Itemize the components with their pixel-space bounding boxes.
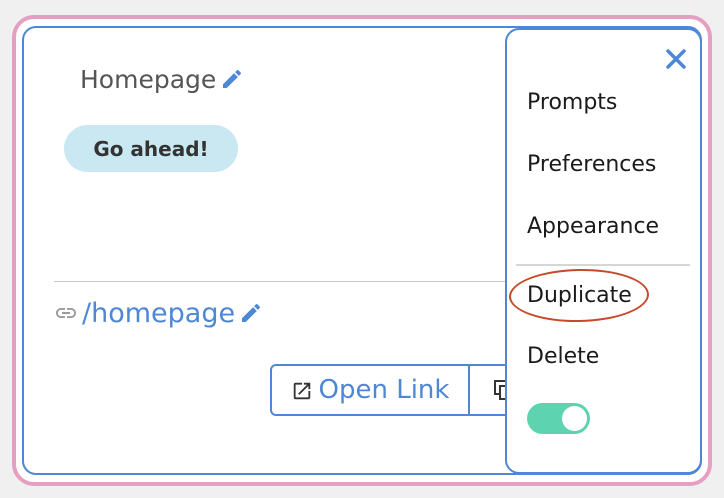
open-link-label: Open Link [318,375,450,405]
external-link-icon [291,379,313,401]
menu-item-delete[interactable]: Delete [527,344,599,369]
go-ahead-button[interactable]: Go ahead! [64,125,238,172]
page-title-row: Homepage [80,62,244,96]
close-icon [664,47,688,75]
close-button[interactable] [656,44,696,78]
pencil-icon[interactable] [220,67,244,91]
menu-divider [516,264,690,266]
link-row: /homepage [54,296,263,330]
menu-item-preferences[interactable]: Preferences [527,152,656,177]
open-link-button[interactable]: Open Link [272,366,470,414]
menu-item-prompts[interactable]: Prompts [527,90,617,115]
pencil-icon[interactable] [239,301,263,325]
link-path[interactable]: /homepage [82,298,235,329]
visibility-toggle[interactable] [527,403,590,434]
divider [54,281,534,282]
page-title: Homepage [80,64,217,94]
toggle-knob [562,406,587,431]
menu-item-appearance[interactable]: Appearance [527,214,659,239]
link-icon [54,301,78,325]
